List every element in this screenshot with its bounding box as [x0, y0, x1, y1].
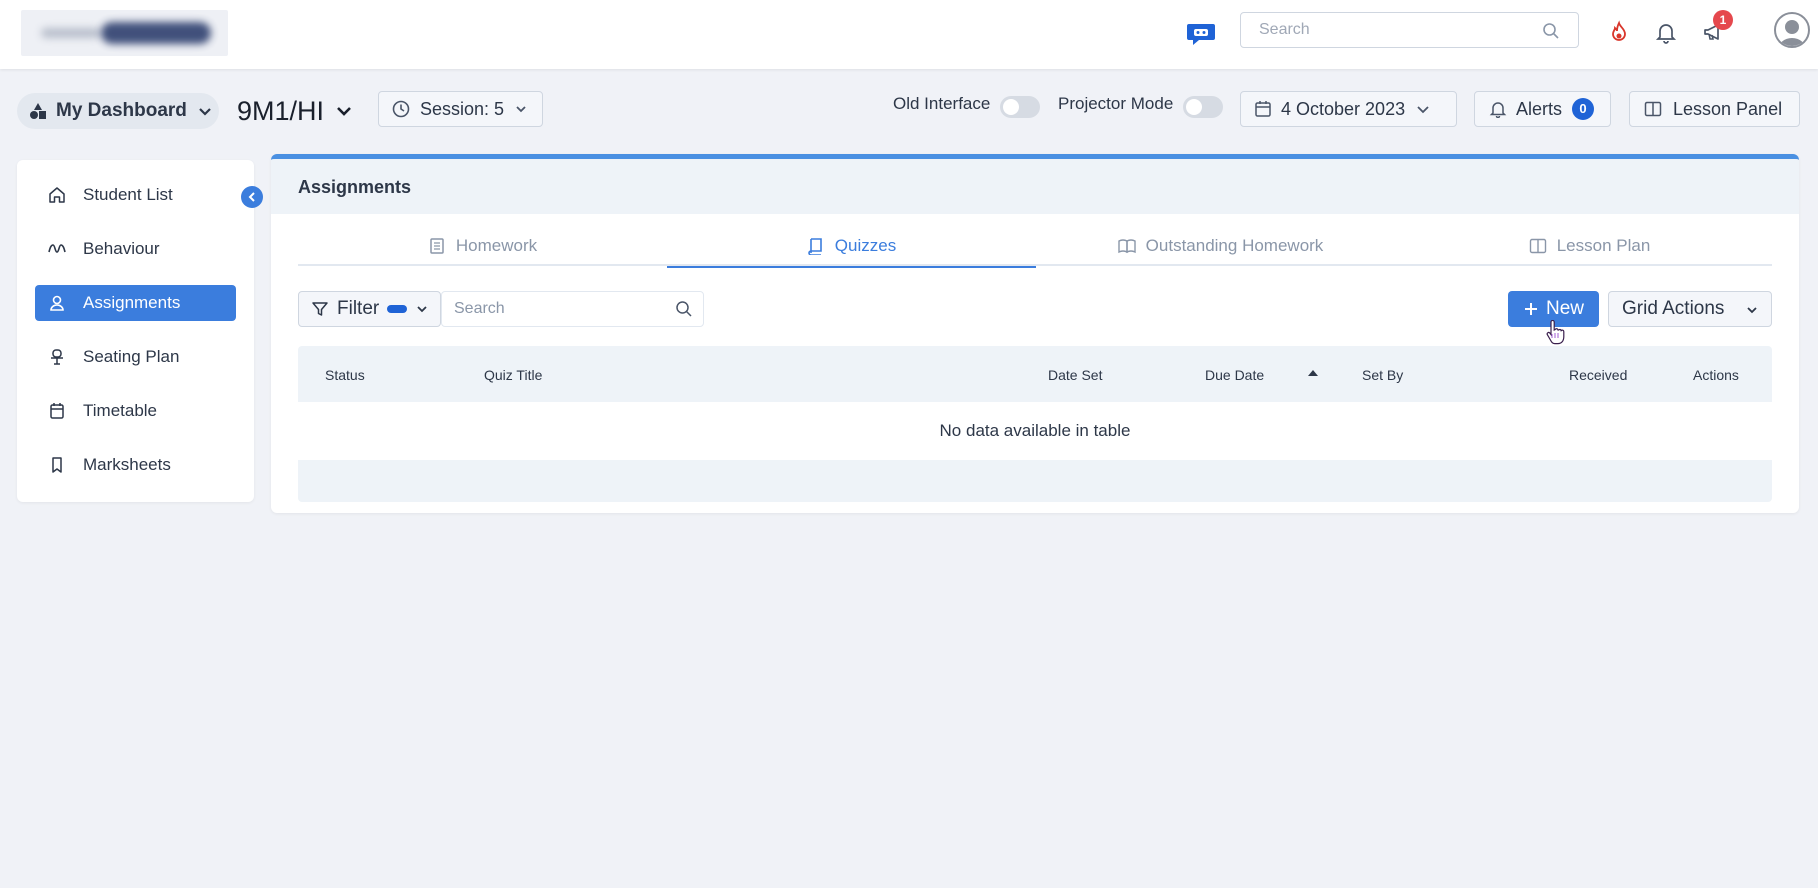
class-title: 9M1/HI	[237, 95, 325, 126]
session-selector[interactable]: Session: 5	[378, 91, 543, 127]
chair-icon	[47, 347, 67, 367]
lesson-panel-label: Lesson Panel	[1673, 98, 1783, 119]
grid-actions-dropdown[interactable]: Grid Actions	[1608, 291, 1772, 327]
columns-icon	[1529, 238, 1546, 254]
filter-button[interactable]: Filter	[298, 291, 441, 327]
tab-lesson-plan[interactable]: Lesson Plan	[1405, 226, 1774, 266]
notification-badge: 1	[1713, 10, 1733, 30]
sort-ascending-icon[interactable]	[1307, 369, 1319, 377]
sidebar-item-label: Marksheets	[83, 455, 171, 474]
column-header-status[interactable]: Status	[325, 367, 365, 383]
old-interface-toggle[interactable]	[1000, 96, 1040, 118]
global-search[interactable]	[1240, 12, 1579, 48]
sidebar-item-timetable[interactable]: Timetable	[35, 393, 236, 429]
assignments-panel: Assignments Homework Quizzes Outstanding…	[271, 154, 1799, 513]
chevron-down-icon	[1417, 106, 1429, 114]
assignment-tabs: Homework Quizzes Outstanding Homework Le…	[298, 226, 1774, 268]
hand-cursor-icon	[1546, 320, 1565, 345]
calendar-icon	[47, 401, 67, 421]
calendar-icon	[1255, 101, 1271, 117]
dashboard-selector-label: My Dashboard	[56, 100, 187, 121]
chatbot-icon[interactable]	[1186, 20, 1216, 46]
sidebar-item-label: Assignments	[83, 293, 181, 312]
document-icon	[430, 238, 444, 254]
column-header-set-by[interactable]: Set By	[1362, 367, 1403, 383]
chevron-down-icon	[1747, 307, 1757, 314]
panel-title: Assignments	[298, 177, 412, 197]
sidebar-item-label: Student List	[83, 185, 173, 204]
filter-label: Filter	[337, 298, 380, 319]
sidebar: Student List Behaviour Assignments Seati…	[17, 160, 254, 502]
school-logo[interactable]	[21, 10, 228, 56]
sidebar-item-seating-plan[interactable]: Seating Plan	[35, 339, 236, 375]
column-header-quiz-title[interactable]: Quiz Title	[484, 367, 542, 383]
alerts-label: Alerts	[1516, 98, 1563, 119]
sidebar-collapse-button[interactable]	[241, 186, 263, 208]
behaviour-icon	[47, 239, 67, 259]
old-interface-label: Old Interface	[893, 94, 991, 113]
filter-indicator	[387, 305, 408, 313]
columns-icon	[1644, 101, 1662, 117]
table-footer	[298, 460, 1772, 502]
session-label: Session: 5	[420, 98, 505, 119]
sidebar-item-student-list[interactable]: Student List	[35, 177, 236, 213]
projector-mode-toggle[interactable]	[1183, 96, 1223, 118]
book-icon	[808, 238, 822, 255]
class-selector[interactable]: 9M1/HI	[237, 93, 354, 129]
open-book-icon	[1117, 239, 1136, 254]
bell-icon[interactable]	[1654, 20, 1678, 44]
sidebar-item-marksheets[interactable]: Marksheets	[35, 447, 236, 483]
table-header: Status Quiz Title Date Set Due Date Set …	[298, 346, 1772, 402]
lesson-panel-button[interactable]: Lesson Panel	[1629, 91, 1800, 127]
empty-table-message: No data available in table	[939, 421, 1131, 440]
user-icon	[47, 293, 67, 313]
chevron-down-icon	[417, 306, 427, 313]
projector-mode-label: Projector Mode	[1058, 94, 1174, 113]
bell-icon	[1489, 102, 1507, 118]
grid-actions-label: Grid Actions	[1622, 298, 1725, 319]
dashboard-selector[interactable]: My Dashboard	[17, 93, 219, 129]
column-header-date-set[interactable]: Date Set	[1048, 367, 1102, 383]
sidebar-item-label: Seating Plan	[83, 347, 180, 366]
tab-quizzes[interactable]: Quizzes	[667, 226, 1036, 268]
search-icon	[1543, 23, 1559, 39]
filter-icon	[312, 302, 328, 316]
shapes-icon	[30, 103, 46, 119]
date-selector[interactable]: 4 October 2023	[1240, 91, 1457, 127]
home-icon	[47, 185, 67, 205]
chevron-down-icon	[337, 107, 351, 116]
global-search-input[interactable]	[1241, 13, 1521, 47]
bookmark-icon	[47, 455, 67, 475]
chevron-down-icon	[199, 108, 211, 116]
tab-homework[interactable]: Homework	[298, 226, 667, 266]
panel-header: Assignments	[271, 159, 1799, 214]
sidebar-item-label: Timetable	[83, 401, 158, 420]
user-avatar-icon	[1778, 20, 1806, 46]
column-header-actions[interactable]: Actions	[1693, 367, 1739, 383]
top-bar: 1	[0, 0, 1818, 69]
search-icon	[676, 301, 692, 317]
alerts-count-badge: 0	[1572, 98, 1595, 120]
flame-icon[interactable]	[1607, 20, 1631, 44]
tab-outstanding-homework[interactable]: Outstanding Homework	[1036, 226, 1405, 266]
column-header-due-date[interactable]: Due Date	[1205, 367, 1264, 383]
new-button-label: New	[1545, 298, 1584, 319]
column-header-received[interactable]: Received	[1569, 367, 1627, 383]
alerts-button[interactable]: Alerts 0	[1474, 91, 1611, 127]
grid-search[interactable]	[441, 291, 704, 327]
clock-icon	[392, 100, 410, 118]
sidebar-item-label: Behaviour	[83, 239, 160, 258]
tab-label: Quizzes	[834, 236, 897, 255]
chevron-down-icon	[516, 106, 526, 113]
date-label: 4 October 2023	[1281, 98, 1406, 119]
tab-label: Lesson Plan	[1556, 236, 1651, 255]
chevron-left-icon	[248, 192, 255, 202]
tab-label: Homework	[455, 236, 538, 255]
plus-icon	[1524, 303, 1537, 315]
user-avatar[interactable]	[1774, 12, 1810, 48]
tab-label: Outstanding Homework	[1145, 236, 1324, 255]
sidebar-item-assignments[interactable]: Assignments	[35, 285, 236, 321]
sidebar-item-behaviour[interactable]: Behaviour	[35, 231, 236, 267]
grid-search-input[interactable]	[442, 292, 662, 326]
